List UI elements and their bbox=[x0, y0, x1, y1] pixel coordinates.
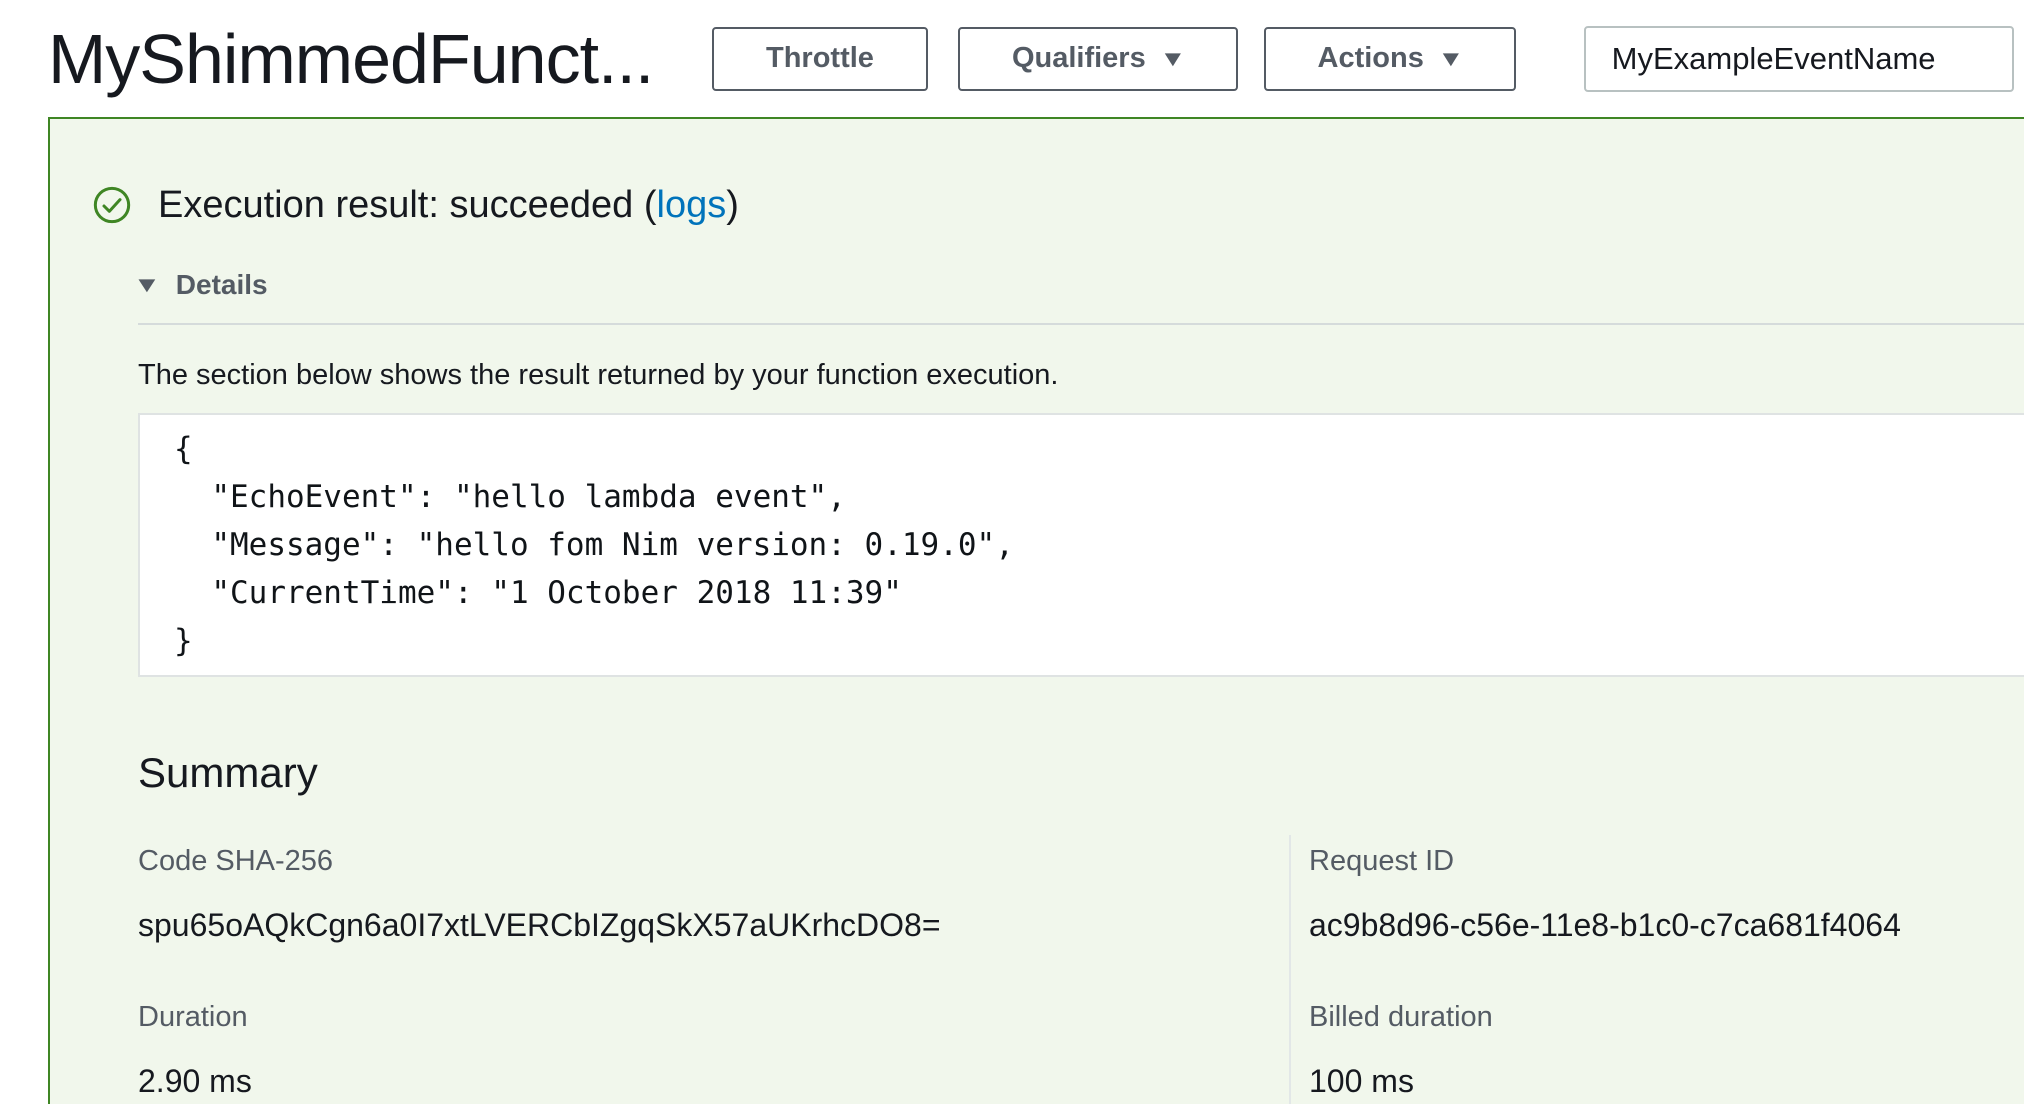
details-expander-toggle[interactable]: ▼ Details bbox=[136, 269, 2024, 301]
execution-result-text: Execution result: succeeded ( bbox=[158, 184, 657, 226]
summary-grid: Code SHA-256 spu65oAQkCgn6a0I7xtLVERCbIZ… bbox=[138, 843, 2024, 1101]
actions-button-label: Actions bbox=[1318, 42, 1424, 75]
lambda-console-page: MyShimmedFunct... Throttle Qualifiers ▼ … bbox=[0, 0, 2024, 1104]
duration-label: Duration bbox=[138, 999, 1289, 1035]
execution-result-text-suffix: ) bbox=[726, 184, 739, 226]
summary-item-duration: Duration 2.90 ms bbox=[138, 999, 1289, 1101]
triangle-down-icon: ▼ bbox=[133, 274, 161, 296]
execution-result-heading-row: Execution result: succeeded (logs) bbox=[92, 181, 2024, 229]
billed-duration-value: 100 ms bbox=[1309, 1061, 2024, 1101]
details-divider bbox=[138, 323, 2024, 325]
function-header: MyShimmedFunct... Throttle Qualifiers ▼ … bbox=[0, 0, 2024, 117]
duration-value: 2.90 ms bbox=[138, 1061, 1289, 1101]
chevron-down-icon: ▼ bbox=[1437, 48, 1464, 70]
qualifiers-dropdown-button[interactable]: Qualifiers ▼ bbox=[958, 27, 1238, 91]
request-id-label: Request ID bbox=[1309, 843, 2024, 879]
code-sha-label: Code SHA-256 bbox=[138, 843, 1289, 879]
test-event-select[interactable]: MyExampleEventName bbox=[1584, 26, 2014, 92]
execution-result-heading: Execution result: succeeded (logs) bbox=[158, 181, 739, 229]
billed-duration-label: Billed duration bbox=[1309, 999, 2024, 1035]
check-circle-icon bbox=[92, 185, 132, 225]
test-event-select-value: MyExampleEventName bbox=[1612, 41, 1936, 77]
result-description-text: The section below shows the result retur… bbox=[138, 355, 2024, 395]
function-name-title: MyShimmedFunct... bbox=[48, 19, 690, 99]
chevron-down-icon: ▼ bbox=[1159, 48, 1186, 70]
throttle-button[interactable]: Throttle bbox=[712, 27, 928, 91]
logs-link[interactable]: logs bbox=[657, 184, 727, 226]
details-expander-label: Details bbox=[176, 269, 268, 301]
throttle-button-label: Throttle bbox=[766, 42, 874, 75]
qualifiers-button-label: Qualifiers bbox=[1012, 42, 1146, 75]
summary-title: Summary bbox=[138, 747, 2024, 799]
result-json-content: { "EchoEvent": "hello lambda event", "Me… bbox=[174, 425, 2010, 665]
request-id-value: ac9b8d96-c56e-11e8-b1c0-c7ca681f4064 bbox=[1309, 905, 2024, 945]
summary-item-billed-duration: Billed duration 100 ms bbox=[1289, 999, 2024, 1101]
summary-item-code-sha: Code SHA-256 spu65oAQkCgn6a0I7xtLVERCbIZ… bbox=[138, 843, 1289, 945]
result-json-box: { "EchoEvent": "hello lambda event", "Me… bbox=[138, 413, 2024, 677]
code-sha-value: spu65oAQkCgn6a0I7xtLVERCbIZgqSkX57aUKrhc… bbox=[138, 905, 1289, 945]
execution-result-panel: Execution result: succeeded (logs) ▼ Det… bbox=[48, 117, 2024, 1104]
summary-item-request-id: Request ID ac9b8d96-c56e-11e8-b1c0-c7ca6… bbox=[1289, 843, 2024, 945]
actions-dropdown-button[interactable]: Actions ▼ bbox=[1264, 27, 1516, 91]
